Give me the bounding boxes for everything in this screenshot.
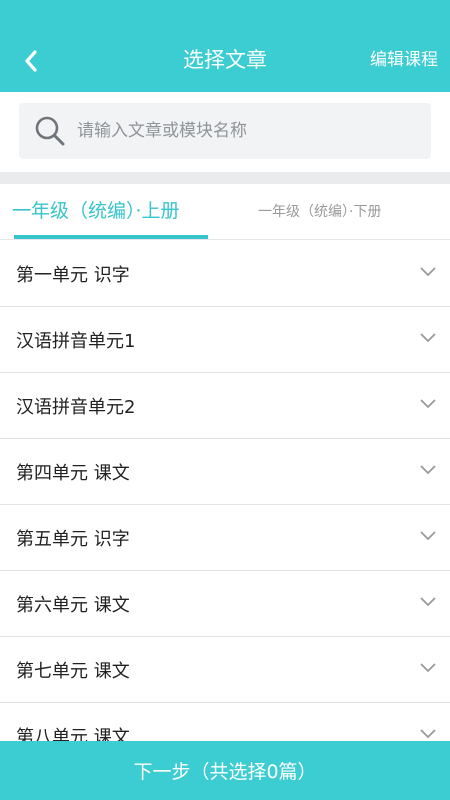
list-item[interactable]: 第一单元 识字: [0, 241, 450, 307]
next-step-label: 下一步（共选择0篇）: [133, 761, 317, 783]
search-icon: [35, 116, 65, 146]
search-area: [0, 92, 450, 172]
chevron-down-icon: [420, 597, 436, 607]
unit-label: 第四单元 课文: [16, 462, 130, 484]
chevron-left-icon: [25, 50, 37, 72]
tab-grade1-vol2[interactable]: 一年级（统编）·下册: [258, 202, 381, 222]
edit-course-button[interactable]: 编辑课程: [370, 48, 438, 72]
list-item[interactable]: 汉语拼音单元1: [0, 307, 450, 373]
chevron-down-icon: [420, 729, 436, 739]
list-item[interactable]: 第五单元 识字: [0, 505, 450, 571]
section-divider: [0, 172, 450, 184]
list-item[interactable]: 第八单元 课文: [0, 703, 450, 741]
unit-list: 第一单元 识字 汉语拼音单元1 汉语拼音单元2 第四单元 课文 第五单元 识字 …: [0, 241, 450, 741]
unit-label: 汉语拼音单元1: [16, 330, 136, 352]
next-step-button[interactable]: 下一步（共选择0篇）: [0, 741, 450, 800]
unit-label: 第七单元 课文: [16, 660, 130, 682]
search-box[interactable]: [19, 103, 431, 159]
search-input[interactable]: [77, 121, 397, 141]
grade-tabs: 一年级（统编）·上册 一年级（统编）·下册: [0, 184, 450, 240]
chevron-down-icon: [420, 465, 436, 475]
unit-label: 第五单元 识字: [16, 528, 130, 550]
unit-label: 第一单元 识字: [16, 264, 130, 286]
app-header: 选择文章 编辑课程: [0, 0, 450, 92]
unit-label: 第六单元 课文: [16, 594, 130, 616]
list-item[interactable]: 第四单元 课文: [0, 439, 450, 505]
unit-label: 第八单元 课文: [16, 726, 130, 742]
unit-label: 汉语拼音单元2: [16, 396, 136, 418]
list-item[interactable]: 第七单元 课文: [0, 637, 450, 703]
back-button[interactable]: [14, 44, 48, 78]
chevron-down-icon: [420, 531, 436, 541]
chevron-down-icon: [420, 267, 436, 277]
active-tab-indicator: [14, 235, 208, 239]
list-item[interactable]: 汉语拼音单元2: [0, 373, 450, 439]
chevron-down-icon: [420, 399, 436, 409]
list-item[interactable]: 第六单元 课文: [0, 571, 450, 637]
chevron-down-icon: [420, 663, 436, 673]
tab-grade1-vol1[interactable]: 一年级（统编）·上册: [12, 198, 180, 224]
chevron-down-icon: [420, 333, 436, 343]
